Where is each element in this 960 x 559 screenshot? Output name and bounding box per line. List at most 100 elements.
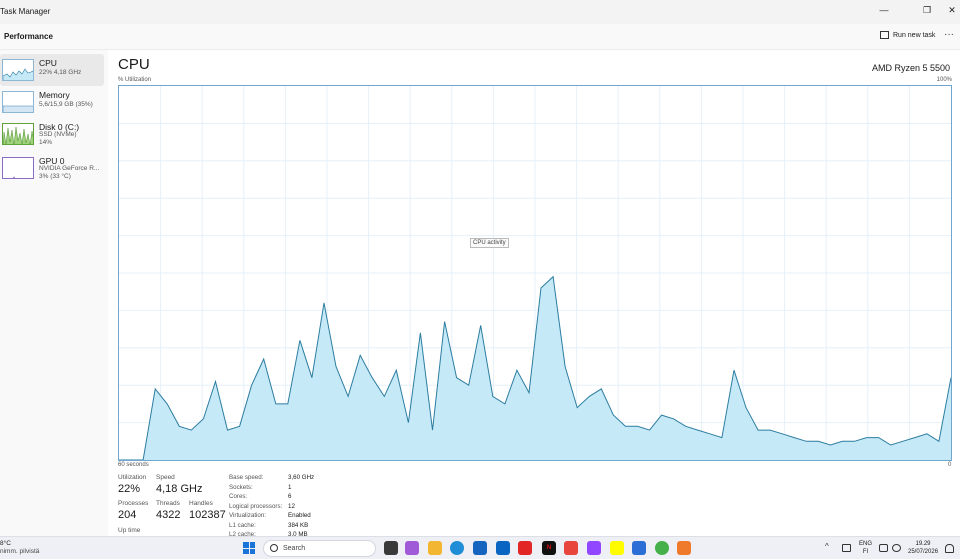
spec-row: Virtualization: Enabled (229, 512, 329, 522)
sidebar-item-detail: SSD (NVMe) (39, 131, 77, 138)
sidebar-item-disk[interactable]: Disk 0 (C:) SSD (NVMe) 14% (0, 118, 104, 150)
memory-thumbnail-graph (2, 91, 34, 113)
spec-key: L1 cache: (229, 521, 256, 529)
minimize-button[interactable]: — (868, 0, 900, 20)
spec-value: 6 (288, 493, 292, 500)
spec-value: Enabled (288, 512, 311, 519)
language-indicator[interactable]: ENG FI (859, 540, 872, 556)
sidebar-item-detail: 22% 4,18 GHz (39, 69, 82, 76)
task-view-icon[interactable] (384, 541, 398, 555)
windows-start-icon[interactable] (243, 542, 255, 554)
sidebar-item-usage: 3% (33 °C) (39, 173, 71, 180)
weather-temperature[interactable]: 8°C (0, 540, 11, 547)
cpu-utilization-graph[interactable] (118, 85, 952, 461)
max-axis-label: 100% (936, 77, 952, 83)
sidebar-item-gpu[interactable]: GPU 0 NVIDIA GeForce R... 3% (33 °C) (0, 152, 104, 184)
stat-processes: Processes 204 (118, 500, 148, 521)
copilot-icon[interactable] (405, 541, 419, 555)
cpu-specs-table: Base speed: 3,60 GHz Sockets: 1 Cores: 6 Lo… (229, 474, 329, 541)
utilization-axis-label: % Utilization (118, 77, 152, 83)
spec-value: 12 (288, 502, 295, 510)
youtube-icon[interactable] (518, 541, 532, 555)
clock-time: 19.29 (915, 541, 931, 547)
gpu-thumbnail-graph (2, 157, 34, 179)
sidebar: CPU 22% 4,18 GHz Memory 5,6/15,9 GB (35%… (0, 50, 108, 536)
spec-row: Cores: 6 (229, 493, 329, 503)
search-icon (270, 544, 278, 552)
sidebar-item-label: CPU (39, 58, 57, 68)
sidebar-item-label: Memory (39, 90, 70, 100)
more-options-icon[interactable]: ··· (944, 29, 954, 40)
stat-label: Processes (118, 500, 149, 507)
cloud-icon[interactable] (842, 544, 851, 552)
language-secondary: FI (862, 549, 869, 555)
sidebar-item-memory[interactable]: Memory 5,6/15,9 GB (35%) (0, 86, 104, 118)
run-task-icon (880, 31, 889, 39)
language-primary: ENG (859, 541, 873, 547)
weather-description[interactable]: nimm. pilvistä (0, 548, 39, 555)
stat-value: 204 (118, 509, 137, 521)
disk-thumbnail-graph (2, 123, 34, 145)
search-label: Search (283, 545, 306, 552)
stat-label: Speed (156, 474, 175, 481)
stat-handles: Handles 102387 (189, 500, 226, 521)
stat-label: Handles (189, 500, 213, 507)
spec-value: 3,60 GHz (288, 474, 315, 481)
x-axis-end-label: 0 (948, 462, 952, 468)
taskbar-search-box[interactable]: Search (263, 540, 376, 557)
cpu-model-name: AMD Ryzen 5 5500 (871, 63, 950, 73)
netflix-icon[interactable]: N (542, 541, 556, 555)
outlook-icon[interactable] (496, 541, 510, 555)
stat-value: 4322 (156, 509, 181, 521)
snapchat-icon[interactable] (610, 541, 624, 555)
media-app-icon[interactable] (564, 541, 578, 555)
tray-overflow-chevron-icon[interactable]: ^ (825, 542, 829, 551)
cpu-graph-svg (119, 86, 951, 460)
graph-tooltip: CPU activity (470, 238, 509, 248)
spec-row: Logical processors: 12 (229, 503, 329, 513)
notification-bell-icon[interactable] (945, 544, 954, 553)
app-icon-blue[interactable] (632, 541, 646, 555)
header-bar: Performance Run new task ··· (0, 24, 960, 50)
task-manager-taskbar-icon[interactable] (677, 541, 691, 555)
sidebar-item-detail: NVIDIA GeForce R... (39, 165, 100, 172)
store-icon[interactable] (473, 541, 487, 555)
spec-key: Sockets: (229, 483, 253, 491)
run-new-task-button[interactable]: Run new task (880, 31, 935, 39)
spec-row: L1 cache: 384 KB (229, 522, 329, 532)
stat-label: Threads (156, 500, 180, 507)
twitch-icon[interactable] (587, 541, 601, 555)
clock-date: 25/07/2026 (908, 549, 939, 555)
app-icon-green[interactable] (655, 541, 669, 555)
x-axis-start-label: 60 seconds (118, 462, 149, 468)
sidebar-item-cpu[interactable]: CPU 22% 4,18 GHz (0, 54, 104, 86)
taskbar-clock[interactable]: 19.29 25/07/2026 (908, 540, 938, 556)
spec-value: 1 (288, 483, 292, 491)
spec-key: Logical processors: (229, 502, 283, 510)
stat-label: Utilization (118, 474, 147, 481)
stat-speed: Speed 4,18 GHz (156, 474, 202, 495)
title-bar: Task Manager — ❐ ✕ (0, 0, 960, 24)
network-icon[interactable] (879, 544, 888, 552)
edge-browser-icon[interactable] (450, 541, 464, 555)
spec-key: Base speed: (229, 474, 264, 481)
spec-key: Cores: (229, 493, 248, 500)
cpu-thumbnail-graph (2, 59, 34, 81)
stat-utilization: Utilization 22% (118, 474, 146, 495)
spec-row: Sockets: 1 (229, 484, 329, 494)
run-new-task-label: Run new task (893, 31, 936, 39)
taskbar: 8°C nimm. pilvistä Search N ^ ENG FI 19.… (0, 536, 960, 559)
sidebar-item-usage: 14% (39, 139, 53, 146)
stat-value: 22% (118, 483, 141, 495)
spec-row: Base speed: 3,60 GHz (229, 474, 329, 484)
volume-icon[interactable] (892, 544, 901, 552)
stat-uptime-label: Up time (118, 527, 141, 534)
close-button[interactable]: ✕ (936, 0, 960, 20)
stat-threads: Threads 4322 (156, 500, 180, 521)
section-title: Performance (4, 32, 53, 41)
stat-value: 102387 (189, 509, 226, 521)
spec-value: 384 KB (288, 521, 309, 529)
sidebar-item-detail: 5,6/15,9 GB (35%) (39, 101, 93, 108)
file-explorer-icon[interactable] (428, 541, 442, 555)
spec-key: Virtualization: (229, 512, 267, 519)
